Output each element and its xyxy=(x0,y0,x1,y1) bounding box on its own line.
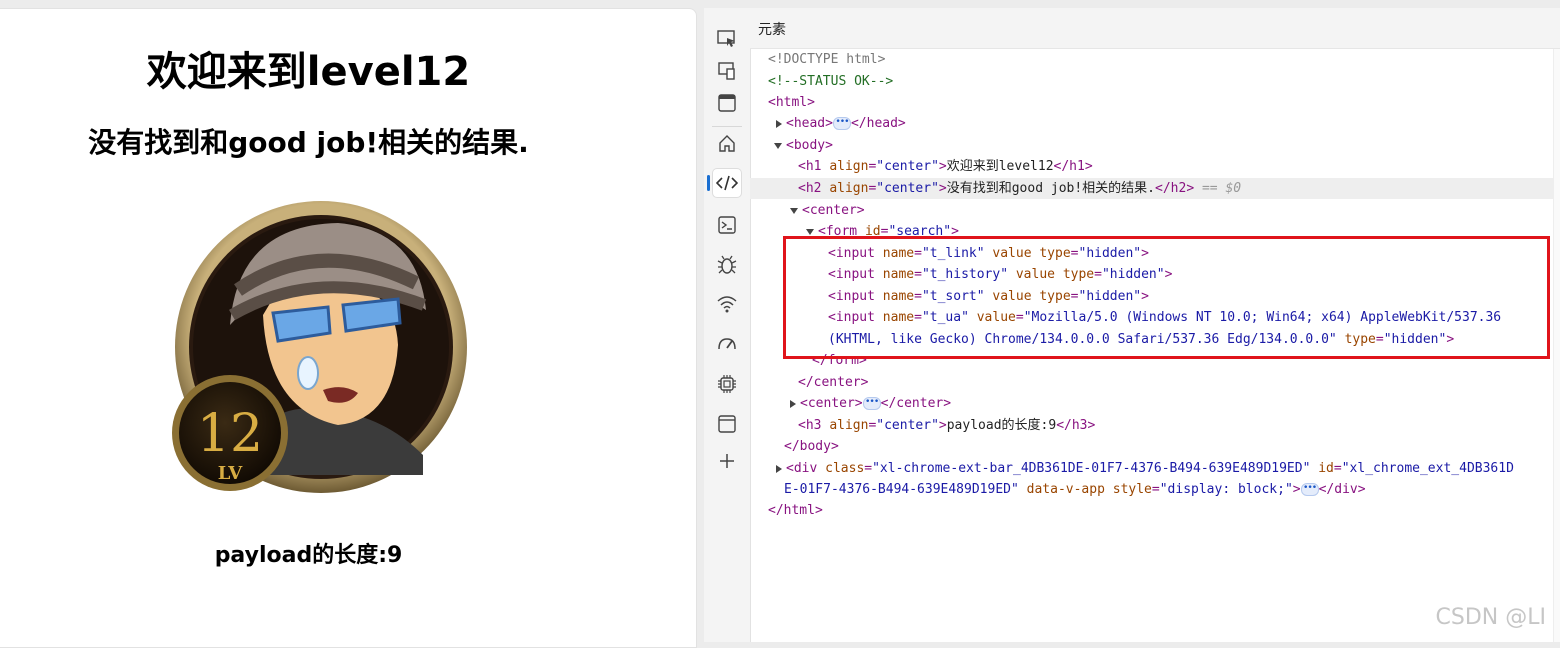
dom-line-h3[interactable]: <h3 align="center">payload的长度:9</h3> xyxy=(750,415,1560,436)
badge-level-number: 12 xyxy=(197,404,263,464)
devtools-activity-bar xyxy=(704,8,751,642)
elements-tab-title[interactable]: 元素 xyxy=(758,19,786,39)
dom-line-center[interactable]: <center> xyxy=(750,200,1560,221)
application-panel-icon[interactable] xyxy=(713,410,741,438)
performance-gauge-icon[interactable] xyxy=(713,330,741,358)
collapse-triangle-icon[interactable] xyxy=(774,142,782,149)
dom-line-center-close[interactable]: </center> xyxy=(750,372,1560,393)
badge-level-label: LV xyxy=(218,463,244,484)
collapse-triangle-icon[interactable] xyxy=(790,207,798,214)
dom-line-h1[interactable]: <h1 align="center">欢迎来到level12</h1> xyxy=(750,156,1560,177)
highlight-box-hidden-inputs xyxy=(783,236,1550,359)
dom-line-html-close[interactable]: </html> xyxy=(750,500,1560,521)
page-heading-h2: 没有找到和good job!相关的结果. xyxy=(88,126,529,159)
console-icon[interactable] xyxy=(713,211,741,239)
dom-line-doctype[interactable]: <!DOCTYPE html> xyxy=(750,49,1560,70)
level-avatar-image: 12 LV xyxy=(172,201,467,493)
dom-line-comment[interactable]: <!--STATUS OK--> xyxy=(750,71,1560,92)
browser-page: 欢迎来到level12 没有找到和good job!相关的结果. 12 LV p… xyxy=(0,8,697,648)
dom-line-div-ext-cont[interactable]: E-01F7-4376-B494-639E489D19ED" data-v-ap… xyxy=(750,479,1560,500)
dom-line-h2-selected[interactable]: <h2 align="center">没有找到和good job!相关的结果.<… xyxy=(750,178,1560,199)
add-panel-icon[interactable] xyxy=(713,447,741,475)
elements-panel-icon[interactable] xyxy=(707,169,741,197)
collapsed-ellipsis-icon[interactable]: ••• xyxy=(862,397,881,410)
dom-line-div-ext[interactable]: <div class="xl-chrome-ext-bar_4DB361DE-0… xyxy=(750,458,1560,479)
dom-line-html[interactable]: <html> xyxy=(750,92,1560,113)
network-wifi-icon[interactable] xyxy=(713,290,741,318)
watermark-text: CSDN @LI xyxy=(1435,605,1546,630)
dom-scrollbar[interactable] xyxy=(1553,49,1560,642)
collapse-triangle-icon[interactable] xyxy=(806,228,814,235)
dom-line-center-collapsed[interactable]: <center> ••• </center> xyxy=(750,393,1560,414)
payload-length-heading: payload的长度:9 xyxy=(214,543,403,568)
device-emulation-icon[interactable] xyxy=(713,57,741,85)
sources-debug-icon[interactable] xyxy=(713,251,741,279)
collapsed-ellipsis-icon[interactable]: ••• xyxy=(832,117,851,130)
dom-line-body-close[interactable]: </body> xyxy=(750,436,1560,457)
inspect-element-icon[interactable] xyxy=(713,25,741,53)
page-heading-h1: 欢迎来到level12 xyxy=(146,49,471,95)
memory-chip-icon[interactable] xyxy=(713,370,741,398)
collapsed-ellipsis-icon[interactable]: ••• xyxy=(1300,483,1319,496)
dom-line-body[interactable]: <body> xyxy=(750,135,1560,156)
home-icon[interactable] xyxy=(713,129,741,157)
devtools-header: 元素 xyxy=(750,8,1560,49)
welcome-panel-icon[interactable] xyxy=(713,89,741,117)
dom-line-head[interactable]: <head> ••• </head> xyxy=(750,113,1560,134)
